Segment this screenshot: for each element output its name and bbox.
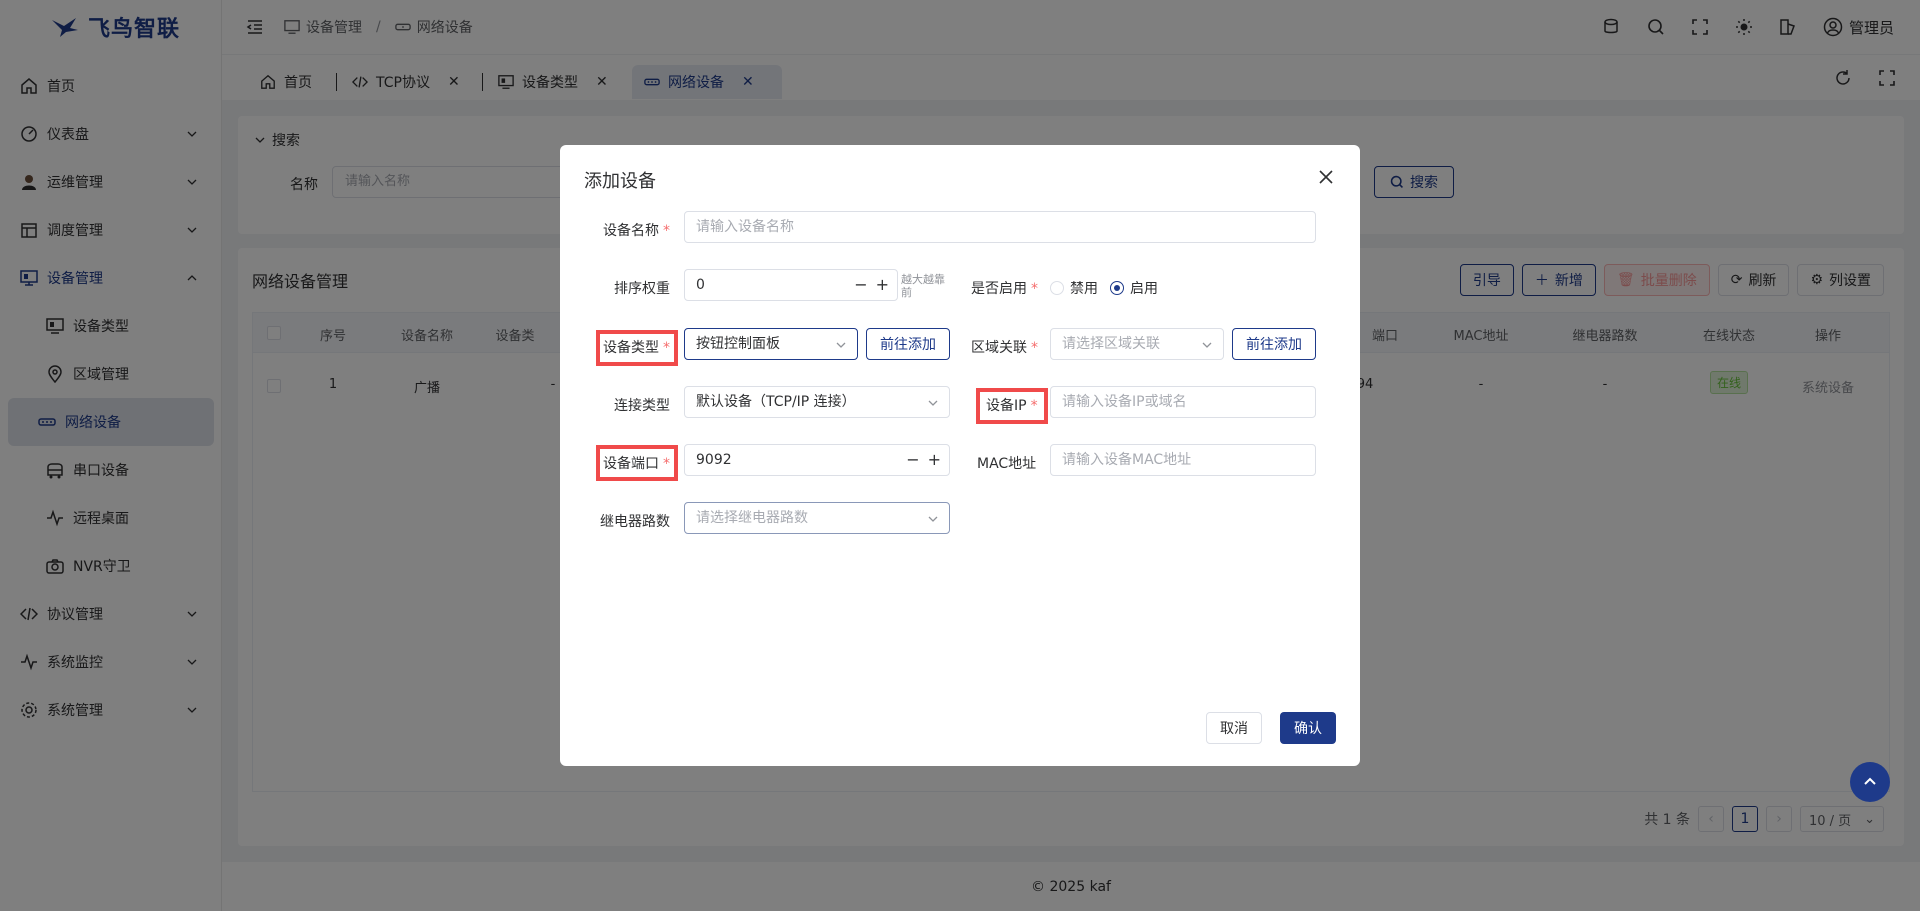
sort-stepper[interactable]: 0 − + [684,269,898,301]
label-text: 排序权重 [614,281,670,297]
back-to-top-button[interactable] [1850,762,1890,802]
label-text: 设备类型 [603,340,659,356]
goto-add-device-type-button[interactable]: 前往添加 [866,328,950,360]
mac-input[interactable]: 请输入设备MAC地址 [1050,444,1316,476]
label-text: 设备端口 [603,456,659,472]
device-ip-label: 设备IP * [986,395,1038,415]
device-port-value: 9092 [696,452,732,468]
connection-type-value: 默认设备（TCP/IP 连接） [696,394,856,410]
label-text: MAC地址 [977,456,1037,472]
stepper-controls: − + [854,270,889,300]
required-mark: * [663,456,670,472]
chevron-down-icon [928,400,938,406]
minus-icon[interactable]: − [854,270,867,300]
device-port-label: 设备端口 * [603,453,670,473]
minus-icon[interactable]: − [906,445,919,475]
radio-circle [1050,281,1064,295]
sort-value: 0 [696,277,705,293]
device-type-value: 按钮控制面板 [696,336,780,352]
device-name-input[interactable]: 请输入设备名称 [684,211,1316,243]
radio-circle [1110,281,1124,295]
chevron-up-icon [1864,777,1876,785]
relay-placeholder: 请选择继电器路数 [696,510,808,526]
required-mark: * [663,340,670,356]
plus-icon[interactable]: + [876,270,889,300]
area-select[interactable]: 请选择区域关联 [1050,328,1224,360]
area-label: 区域关联 * [971,337,1038,357]
relay-label: 继电器路数 [600,511,670,531]
radio-disabled[interactable]: 禁用 [1050,278,1098,298]
plus-icon[interactable]: + [928,445,941,475]
device-name-label: 设备名称 * [603,220,670,240]
area-placeholder: 请选择区域关联 [1062,336,1160,352]
device-type-select[interactable]: 按钮控制面板 [684,328,858,360]
chevron-down-icon [836,342,846,348]
label-text: 设备IP [986,398,1027,414]
chevron-down-icon [1202,342,1212,348]
device-ip-input[interactable]: 请输入设备IP或域名 [1050,386,1316,418]
connection-type-select[interactable]: 默认设备（TCP/IP 连接） [684,386,950,418]
device-type-label: 设备类型 * [603,337,670,357]
required-mark: * [1031,281,1038,297]
radio-label: 禁用 [1070,281,1098,297]
relay-select[interactable]: 请选择继电器路数 [684,502,950,534]
cancel-button[interactable]: 取消 [1206,712,1262,744]
radio-label: 启用 [1130,281,1158,297]
label-text: 连接类型 [614,398,670,414]
goto-add-area-button[interactable]: 前往添加 [1232,328,1316,360]
sort-hint: 越大越靠前 [901,273,945,299]
stepper-controls: − + [906,445,941,475]
enabled-label: 是否启用 * [971,278,1038,298]
close-icon[interactable] [1318,169,1334,185]
label-text: 继电器路数 [600,514,670,530]
label-text: 是否启用 [971,281,1027,297]
label-text: 设备名称 [603,223,659,239]
confirm-button[interactable]: 确认 [1280,712,1336,744]
sort-label: 排序权重 [614,278,670,298]
dialog-title: 添加设备 [584,171,656,192]
add-device-dialog: 添加设备 设备名称 * 请输入设备名称 排序权重 0 − + 越大越靠前 是否启用 *… [560,145,1360,766]
required-mark: * [1030,398,1038,414]
required-mark: * [1031,340,1038,356]
connection-type-label: 连接类型 [614,395,670,415]
required-mark: * [663,223,670,239]
radio-enabled[interactable]: 启用 [1110,278,1158,298]
label-text: 区域关联 [971,340,1027,356]
mac-label: MAC地址 [977,453,1036,473]
device-port-stepper[interactable]: 9092 − + [684,444,950,476]
chevron-down-icon [928,516,938,522]
